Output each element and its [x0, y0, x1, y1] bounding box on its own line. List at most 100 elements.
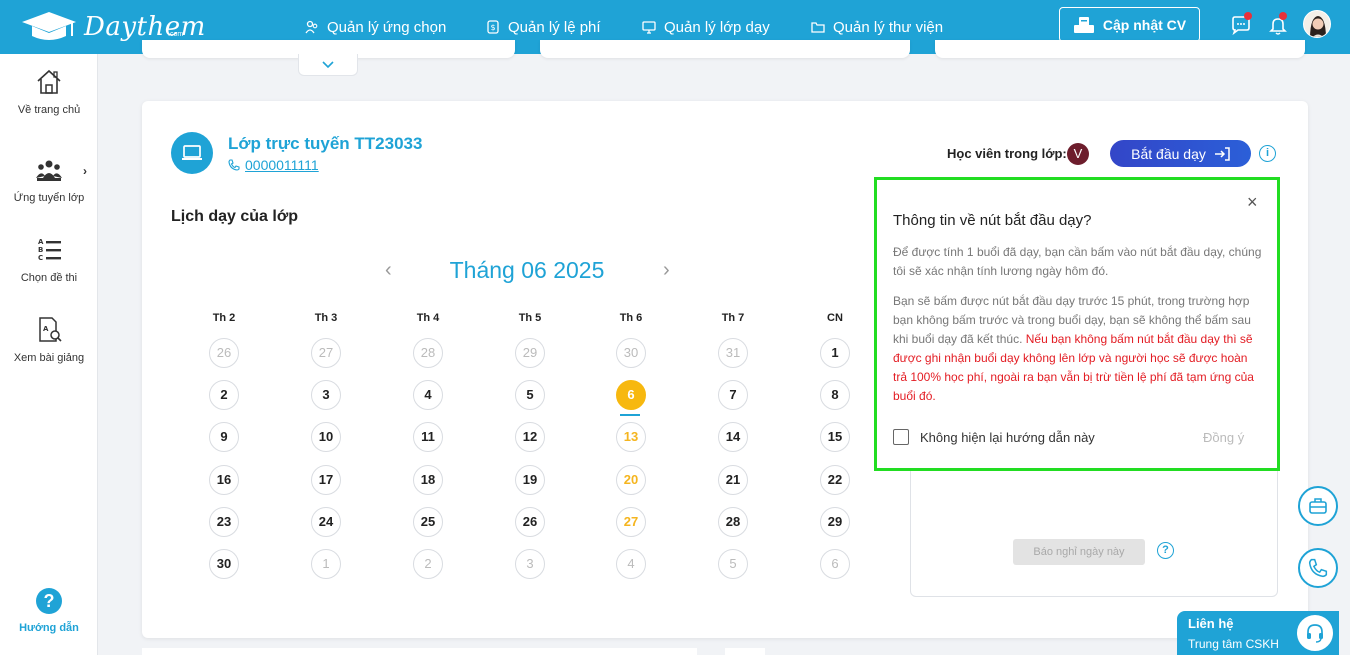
calendar-day[interactable]: 9: [209, 422, 239, 452]
student-avatar[interactable]: V: [1067, 143, 1089, 165]
report-help-icon[interactable]: ?: [1157, 542, 1174, 559]
class-phone-number: 0000011111: [245, 157, 319, 173]
calendar-day[interactable]: 30: [616, 338, 646, 368]
summary-card: [935, 40, 1305, 58]
cv-icon: [1073, 16, 1094, 33]
calendar-day[interactable]: 21: [718, 465, 748, 495]
sidebar: Về trang chủ Ứng tuyển lớp › ABC Chọn đề…: [0, 54, 98, 655]
contact-title: Liên hệ: [1188, 616, 1234, 631]
calendar-day[interactable]: 29: [515, 338, 545, 368]
svg-text:A: A: [43, 325, 49, 333]
calendar-day[interactable]: 22: [820, 465, 850, 495]
calendar-day[interactable]: 6: [616, 380, 646, 410]
calendar-day[interactable]: 28: [413, 338, 443, 368]
money-icon: $: [487, 20, 499, 34]
popup-paragraph: Bạn sẽ bấm được nút bắt đầu dạy trước 15…: [893, 292, 1263, 406]
report-absence-button[interactable]: Báo nghỉ ngày này: [1013, 539, 1145, 565]
update-cv-label: Cập nhật CV: [1102, 16, 1187, 33]
calendar-day[interactable]: 3: [515, 549, 545, 579]
prev-month-chevron-icon[interactable]: ‹: [385, 259, 392, 282]
calendar-day[interactable]: 1: [820, 338, 850, 368]
calendar-day[interactable]: 25: [413, 507, 443, 537]
brand-name: Daythem: [84, 12, 206, 42]
start-button-info-popup: × Thông tin về nút bắt đầu dạy? Để được …: [874, 177, 1280, 471]
agree-button[interactable]: Đồng ý: [1203, 430, 1244, 445]
help-question-icon: ?: [36, 588, 62, 614]
chat-notification-dot: [1244, 12, 1252, 20]
svg-text:A: A: [38, 238, 44, 246]
floating-briefcase-button[interactable]: [1298, 486, 1338, 526]
sidebar-item-view-lecture[interactable]: A Xem bài giảng: [0, 316, 98, 364]
calendar-day[interactable]: 30: [209, 549, 239, 579]
calendar-day[interactable]: 6: [820, 549, 850, 579]
calendar-day[interactable]: 12: [515, 422, 545, 452]
calendar-day[interactable]: 14: [718, 422, 748, 452]
help-button[interactable]: ? Hướng dẫn: [0, 588, 98, 634]
calendar-day[interactable]: 8: [820, 380, 850, 410]
calendar-day[interactable]: 7: [718, 380, 748, 410]
close-icon[interactable]: ×: [1247, 192, 1258, 213]
users-icon: [305, 20, 318, 34]
calendar-day[interactable]: 28: [718, 507, 748, 537]
calendar-day[interactable]: 5: [718, 549, 748, 579]
start-teaching-button[interactable]: Bắt đầu dạy: [1110, 140, 1251, 167]
calendar-day[interactable]: 18: [413, 465, 443, 495]
calendar-day[interactable]: 17: [311, 465, 341, 495]
update-cv-button[interactable]: Cập nhật CV: [1059, 7, 1200, 42]
calendar-day[interactable]: 15: [820, 422, 850, 452]
today-indicator: [620, 414, 640, 416]
headset-icon: [1295, 613, 1335, 653]
chevron-down-icon: [322, 60, 334, 68]
user-avatar[interactable]: [1303, 10, 1331, 38]
class-laptop-icon: [171, 132, 213, 174]
calendar-day[interactable]: 26: [209, 338, 239, 368]
sidebar-expand-chevron-icon[interactable]: ›: [83, 164, 87, 178]
calendar-day[interactable]: 4: [616, 549, 646, 579]
floating-phone-button[interactable]: [1298, 548, 1338, 588]
next-month-chevron-icon[interactable]: ›: [663, 259, 670, 282]
calendar-day[interactable]: 16: [209, 465, 239, 495]
start-info-icon[interactable]: i: [1259, 145, 1276, 162]
calendar-day[interactable]: 2: [209, 380, 239, 410]
calendar-day[interactable]: 5: [515, 380, 545, 410]
contact-support-widget[interactable]: Liên hệ Trung tâm CSKH: [1177, 611, 1339, 655]
weekday-header: Th 5: [518, 312, 542, 324]
calendar-day[interactable]: 24: [311, 507, 341, 537]
bell-notification-dot: [1279, 12, 1287, 20]
calendar-day[interactable]: 2: [413, 549, 443, 579]
calendar-day[interactable]: 31: [718, 338, 748, 368]
calendar-day[interactable]: 19: [515, 465, 545, 495]
popup-title: Thông tin về nút bắt đầu dạy?: [893, 212, 1092, 229]
brand-suffix: .com: [168, 31, 184, 38]
calendar-day[interactable]: 3: [311, 380, 341, 410]
calendar-day[interactable]: 29: [820, 507, 850, 537]
weekday-header: Th 6: [619, 312, 643, 324]
calendar-day[interactable]: 11: [413, 422, 443, 452]
calendar-day[interactable]: 26: [515, 507, 545, 537]
calendar-day[interactable]: 20: [616, 465, 646, 495]
phone-icon: [1308, 558, 1328, 578]
calendar-day[interactable]: 10: [311, 422, 341, 452]
sidebar-item-choose-exam[interactable]: ABC Chọn đề thi: [0, 236, 98, 284]
contact-subtitle: Trung tâm CSKH: [1188, 637, 1279, 651]
svg-text:C: C: [38, 254, 43, 262]
dont-show-again-checkbox[interactable]: [893, 429, 909, 445]
expand-toggle-button[interactable]: [298, 54, 358, 76]
calendar-day[interactable]: 1: [311, 549, 341, 579]
weekday-header: Th 4: [416, 312, 440, 324]
calendar-day[interactable]: 27: [311, 338, 341, 368]
nav-label: Quản lý ứng chọn: [327, 18, 447, 36]
class-phone-link[interactable]: 0000011111: [228, 157, 319, 173]
calendar-day[interactable]: 23: [209, 507, 239, 537]
weekday-header: Th 7: [721, 312, 745, 324]
nav-label: Quản lý lớp dạy: [664, 18, 770, 36]
schedule-title: Lịch dạy của lớp: [171, 208, 298, 225]
class-title: Lớp trực tuyến TT23033: [228, 134, 423, 153]
calendar-day[interactable]: 13: [616, 422, 646, 452]
day-detail-panel: [910, 460, 1278, 597]
dont-show-again-label[interactable]: Không hiện lại hướng dẫn này: [920, 430, 1095, 445]
sidebar-item-home[interactable]: Về trang chủ: [0, 68, 98, 116]
phone-icon: [228, 159, 240, 171]
calendar-day[interactable]: 27: [616, 507, 646, 537]
calendar-day[interactable]: 4: [413, 380, 443, 410]
